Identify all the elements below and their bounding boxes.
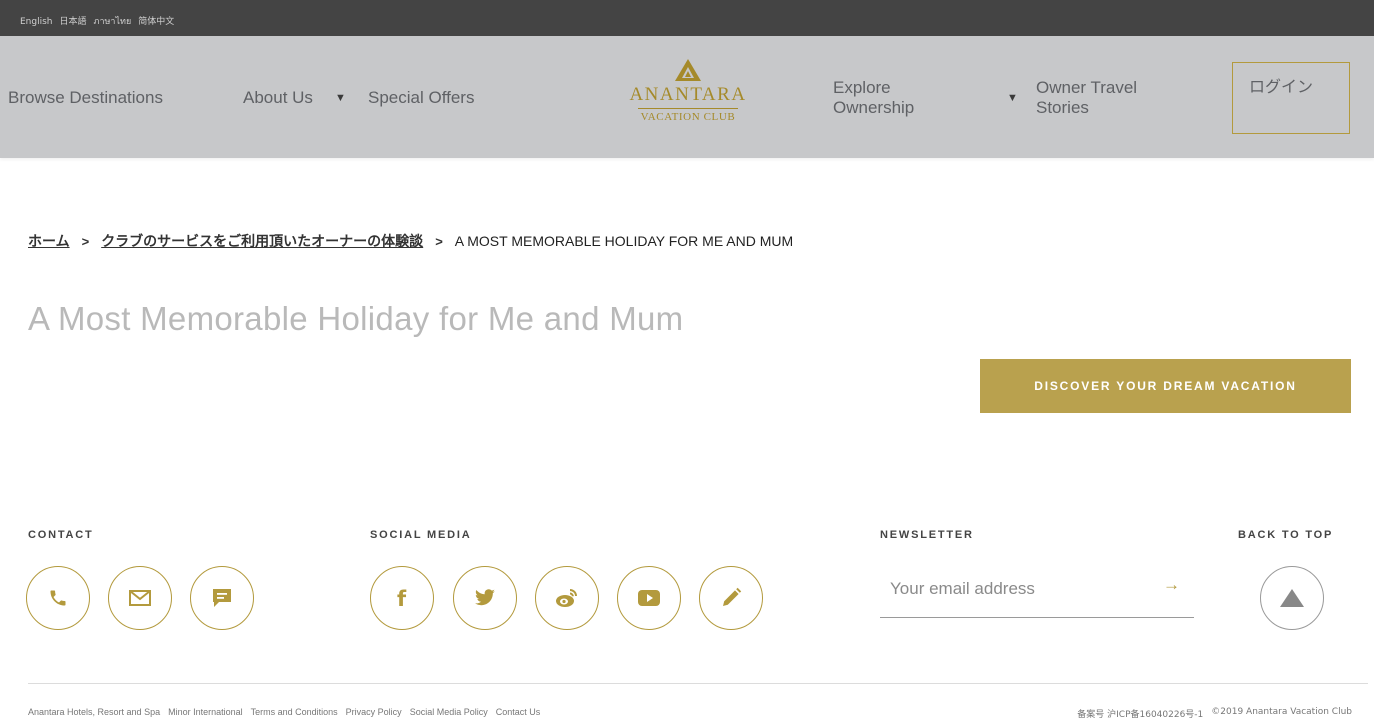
breadcrumb-home-link[interactable]: ホーム — [28, 231, 70, 251]
back-to-top-button[interactable] — [1260, 566, 1324, 630]
twitter-icon — [475, 589, 495, 606]
anantara-logo[interactable]: ANANTARA VACATION CLUB — [620, 58, 756, 138]
language-japanese[interactable]: 日本語 — [60, 16, 87, 28]
language-english[interactable]: English — [20, 16, 53, 28]
youtube-button[interactable] — [617, 566, 681, 630]
newsletter-submit-arrow-icon[interactable]: → — [1163, 575, 1180, 595]
nav-about-us[interactable]: About Us — [243, 88, 313, 108]
chat-icon — [213, 589, 231, 607]
nav-browse-destinations[interactable]: Browse Destinations — [8, 88, 163, 108]
twitter-button[interactable] — [453, 566, 517, 630]
logo-rule — [638, 108, 738, 109]
footer-legal: 备案号 沪ICP备16040226号-1 ©2019 Anantara Vaca… — [1077, 707, 1352, 719]
language-thai[interactable]: ภาษาไทย — [94, 16, 132, 28]
logo-sub-text: VACATION CLUB — [640, 111, 736, 123]
copyright: ©2019 Anantara Vacation Club — [1211, 707, 1352, 717]
newsletter-email-input[interactable] — [890, 572, 1140, 606]
breadcrumb-current: A MOST MEMORABLE HOLIDAY FOR ME AND MUM — [454, 233, 794, 249]
footer-divider — [28, 683, 1368, 684]
back-to-top-heading: BACK TO TOP — [1238, 529, 1334, 541]
logo-brand-text: ANANTARA — [629, 84, 747, 105]
footer-link-contact[interactable]: Contact Us — [496, 707, 541, 717]
footer-link-privacy[interactable]: Privacy Policy — [346, 707, 402, 717]
weibo-button[interactable] — [535, 566, 599, 630]
phone-button[interactable] — [26, 566, 90, 630]
newsletter-form: → — [880, 566, 1194, 618]
icp-number[interactable]: 备案号 沪ICP备16040226号-1 — [1077, 707, 1203, 719]
footer-link-terms[interactable]: Terms and Conditions — [251, 707, 338, 717]
contact-heading: CONTACT — [28, 529, 94, 541]
newsletter-heading: NEWSLETTER — [880, 529, 974, 541]
svg-text:f: f — [397, 587, 407, 609]
youtube-icon — [638, 590, 660, 606]
footer-link-anantara[interactable]: Anantara Hotels, Resort and Spa — [28, 707, 160, 717]
mail-icon — [129, 590, 151, 606]
breadcrumb-section-link[interactable]: クラブのサービスをご利用頂いたオーナーの体験談 — [101, 231, 423, 251]
email-button[interactable] — [108, 566, 172, 630]
nav-owner-travel-stories[interactable]: Owner Travel Stories — [1036, 78, 1156, 118]
social-media-heading: SOCIAL MEDIA — [370, 529, 472, 541]
language-chinese[interactable]: 简体中文 — [138, 16, 174, 28]
explore-caret-icon[interactable]: ▼ — [1007, 92, 1018, 104]
discover-vacation-button[interactable]: DISCOVER YOUR DREAM VACATION — [980, 359, 1351, 413]
breadcrumb-separator: > — [435, 234, 443, 249]
triangle-up-icon — [1280, 589, 1304, 607]
phone-icon — [50, 590, 66, 606]
facebook-button[interactable]: f — [370, 566, 434, 630]
chat-button[interactable] — [190, 566, 254, 630]
about-caret-icon[interactable]: ▼ — [335, 92, 346, 104]
weibo-icon — [556, 589, 577, 607]
language-bar: English 日本語 ภาษาไทย 简体中文 — [0, 0, 1374, 36]
nav-special-offers[interactable]: Special Offers — [368, 88, 474, 108]
footer-link-minor[interactable]: Minor International — [168, 707, 243, 717]
login-button[interactable]: ログイン — [1232, 62, 1350, 134]
footer-links: Anantara Hotels, Resort and Spa Minor In… — [28, 707, 540, 717]
breadcrumb: ホーム > クラブのサービスをご利用頂いたオーナーの体験談 > A MOST M… — [28, 231, 793, 251]
footer-link-social-policy[interactable]: Social Media Policy — [410, 707, 488, 717]
blog-button[interactable] — [699, 566, 763, 630]
language-list: English 日本語 ภาษาไทย 简体中文 — [20, 16, 174, 28]
pencil-icon — [723, 587, 742, 606]
facebook-icon: f — [397, 587, 407, 609]
page-title: A Most Memorable Holiday for Me and Mum — [28, 300, 684, 337]
main-nav: Browse Destinations About Us ▼ Special O… — [0, 36, 1374, 158]
breadcrumb-separator: > — [81, 234, 90, 249]
logo-emblem-icon — [675, 59, 701, 81]
nav-explore-ownership[interactable]: Explore Ownership — [833, 78, 943, 118]
